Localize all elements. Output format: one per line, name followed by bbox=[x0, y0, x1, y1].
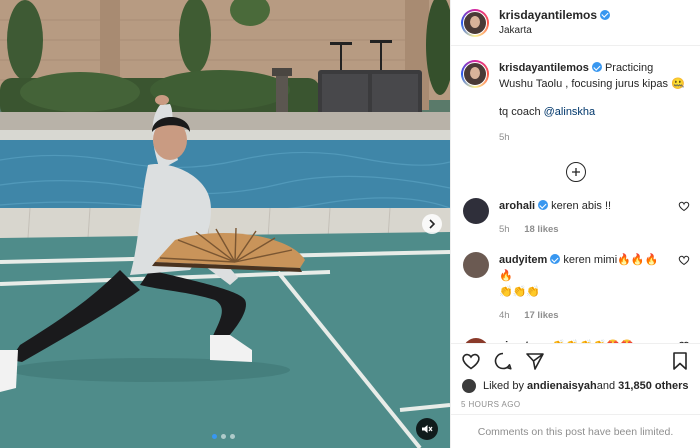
comment-item: arohali keren abis !! 5h 18 likes bbox=[461, 198, 690, 238]
comments-section: krisdayantilemos Practicing Wushu Taolu … bbox=[451, 46, 700, 343]
carousel-dot bbox=[221, 434, 226, 439]
commenter-avatar[interactable] bbox=[463, 198, 489, 225]
verified-badge-icon bbox=[591, 62, 602, 73]
comments-limited-notice: Comments on this post have been limited. bbox=[451, 414, 700, 448]
commenter-username[interactable]: arohali bbox=[499, 200, 535, 212]
liked-by-prefix: Liked by bbox=[483, 380, 524, 393]
comment-item: audyitem keren mimi🔥🔥🔥🔥 👏👏👏 4h 17 likes bbox=[461, 252, 690, 324]
caption-emoji: 🤐 bbox=[671, 78, 685, 91]
comment-likes[interactable]: 17 likes bbox=[524, 310, 558, 321]
post-media[interactable] bbox=[0, 0, 450, 448]
heart-icon[interactable] bbox=[678, 200, 690, 212]
liked-by-user[interactable]: andienaisyah bbox=[527, 380, 597, 392]
commenter-username[interactable]: audyitem bbox=[499, 254, 547, 266]
post-sidebar: krisdayantilemos Jakarta krisdayantilemo… bbox=[450, 0, 700, 448]
comment-time[interactable]: 4h bbox=[499, 310, 510, 321]
comment-likes[interactable]: 18 likes bbox=[524, 224, 558, 235]
carousel-dot bbox=[212, 434, 217, 439]
video-frame bbox=[0, 0, 450, 448]
plus-circle-icon bbox=[571, 168, 580, 177]
load-more-comments-button[interactable] bbox=[565, 162, 586, 183]
instagram-post: krisdayantilemos Jakarta krisdayantilemo… bbox=[0, 0, 700, 448]
comment-icon[interactable] bbox=[493, 351, 513, 371]
carousel-dot bbox=[230, 434, 235, 439]
author-avatar[interactable] bbox=[461, 8, 489, 37]
author-username[interactable]: krisdayantilemos bbox=[499, 8, 597, 22]
caption-coach-text: tq coach bbox=[499, 106, 544, 119]
coach-mention-link[interactable]: @alinskha bbox=[544, 106, 596, 118]
next-media-button[interactable] bbox=[422, 214, 442, 234]
commenter-avatar[interactable] bbox=[463, 338, 489, 343]
verified-badge-icon bbox=[600, 9, 611, 20]
comment-item: airyntanu 👏👏👏👏🤩🤩 bbox=[461, 338, 690, 343]
commenter-username[interactable]: airyntanu bbox=[499, 340, 549, 342]
caption-time[interactable]: 5h bbox=[499, 130, 690, 146]
liked-by-middle: and bbox=[596, 380, 616, 393]
verified-badge-icon bbox=[550, 254, 561, 265]
heart-icon[interactable] bbox=[678, 254, 690, 266]
post-header: krisdayantilemos Jakarta bbox=[451, 0, 700, 47]
chevron-right-icon bbox=[429, 219, 436, 229]
liked-by-others[interactable]: 31,850 others bbox=[618, 380, 688, 392]
verified-badge-icon bbox=[538, 200, 549, 211]
toggle-sound-button[interactable] bbox=[416, 418, 438, 440]
comment-text-line2: 👏👏👏 bbox=[499, 286, 541, 299]
load-more-comments bbox=[461, 162, 690, 183]
comment-time[interactable]: 5h bbox=[499, 224, 510, 235]
bookmark-icon[interactable] bbox=[670, 351, 690, 371]
liker-avatar[interactable] bbox=[461, 378, 477, 395]
speaker-muted-icon bbox=[422, 425, 433, 433]
post-location[interactable]: Jakarta bbox=[499, 23, 610, 39]
post-timestamp[interactable]: 5 HOURS AGO bbox=[451, 394, 700, 414]
post-caption: krisdayantilemos Practicing Wushu Taolu … bbox=[461, 60, 690, 146]
commenter-avatar[interactable] bbox=[463, 252, 489, 279]
liked-by: Liked by andienaisyah and 31,850 others bbox=[451, 378, 700, 395]
caption-avatar[interactable] bbox=[461, 60, 489, 89]
paper-plane-icon[interactable] bbox=[525, 351, 545, 371]
comment-text: keren abis !! bbox=[551, 200, 612, 213]
heart-icon[interactable] bbox=[678, 340, 690, 343]
comment-text: 👏👏👏👏🤩🤩 bbox=[552, 340, 634, 342]
caption-username[interactable]: krisdayantilemos bbox=[499, 62, 589, 74]
heart-icon[interactable] bbox=[461, 351, 481, 371]
carousel-indicator bbox=[212, 434, 235, 439]
post-actions bbox=[451, 342, 700, 379]
